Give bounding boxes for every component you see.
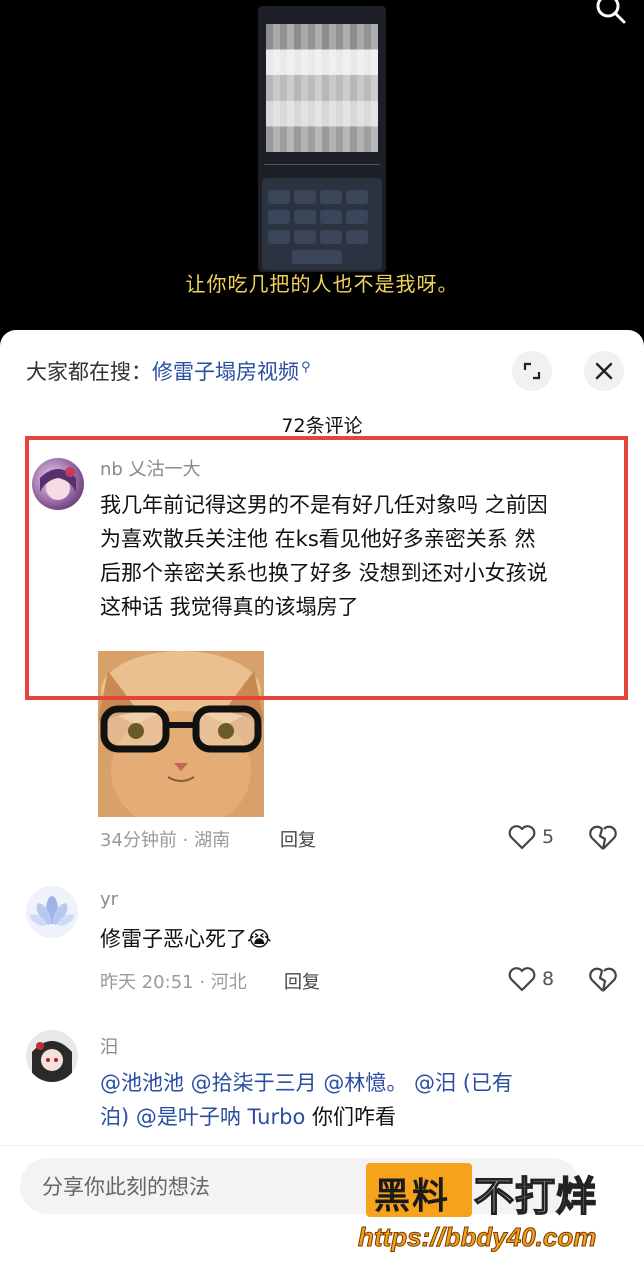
search-icon[interactable] <box>592 0 628 28</box>
reply-button[interactable]: 回复 <box>280 826 316 852</box>
close-button[interactable] <box>584 351 624 391</box>
comment-count: 72条评论 <box>281 415 363 437</box>
watermark-url: https://bbdy40.com <box>357 1222 597 1253</box>
pixelated-image <box>266 24 378 152</box>
trending-search-prefix: 大家都在搜： <box>26 360 152 384</box>
heart-icon <box>508 825 536 850</box>
comment-text: @池池池 @拾柒于三月 @林憶。 @汨 (已有 泊) @是叶子呐 Turbo 你… <box>100 1066 630 1134</box>
comment-username[interactable]: 汨 <box>100 1033 118 1059</box>
expand-button[interactable] <box>512 351 552 391</box>
comment-username[interactable]: yr <box>100 889 118 910</box>
expand-icon <box>523 362 541 380</box>
broken-heart-icon[interactable] <box>589 966 617 994</box>
mention-link[interactable]: 泊) @是叶子呐 Turbo <box>100 1105 305 1129</box>
watermark-brand-a: 黑料 <box>374 1176 451 1217</box>
comment-line: 修雷子恶心死了 <box>100 927 247 951</box>
avatar-art <box>32 1041 72 1082</box>
crying-emoji: 😭 <box>247 927 272 951</box>
comment-line: 你们咋看 <box>305 1105 396 1129</box>
like-count: 8 <box>542 968 555 990</box>
close-icon <box>595 362 613 380</box>
avatar[interactable] <box>26 886 78 938</box>
phone-keyboard <box>262 178 382 270</box>
like-count: 5 <box>542 826 555 848</box>
mentions-line[interactable]: @池池池 @拾柒于三月 @林憶。 @汨 (已有 <box>100 1066 630 1100</box>
watermark-brand-b: 不打烊 <box>473 1173 597 1221</box>
trending-search-keyword[interactable]: 修雷子塌房视频 <box>152 360 299 384</box>
mentions-line: 泊) @是叶子呐 Turbo 你们咋看 <box>100 1100 630 1134</box>
lotus-avatar-art <box>29 896 75 926</box>
avatar[interactable] <box>26 1030 78 1082</box>
highlight-box <box>25 436 628 700</box>
comment-time-location: 34分钟前 · 湖南 <box>100 830 231 851</box>
broken-heart-icon[interactable] <box>589 824 617 852</box>
video-player[interactable]: 让你吃几把的人也不是我呀。 <box>0 0 644 360</box>
phone-divider <box>264 156 380 165</box>
search-small-icon: ⚲ <box>301 360 311 375</box>
comment-input-placeholder: 分享你此刻的想法 <box>42 1175 210 1199</box>
video-frame-phone <box>258 6 386 272</box>
like-button[interactable]: 8 <box>508 966 554 992</box>
comment-time-location: 昨天 20:51 · 河北 <box>100 972 247 993</box>
heart-icon <box>508 967 536 992</box>
video-subtitle: 让你吃几把的人也不是我呀。 <box>185 272 459 296</box>
reply-button[interactable]: 回复 <box>284 968 320 994</box>
trending-search[interactable]: 大家都在搜：修雷子塌房视频 ⚲ <box>26 356 311 386</box>
comment-text: 修雷子恶心死了😭 <box>100 922 272 956</box>
like-button[interactable]: 5 <box>508 824 554 850</box>
